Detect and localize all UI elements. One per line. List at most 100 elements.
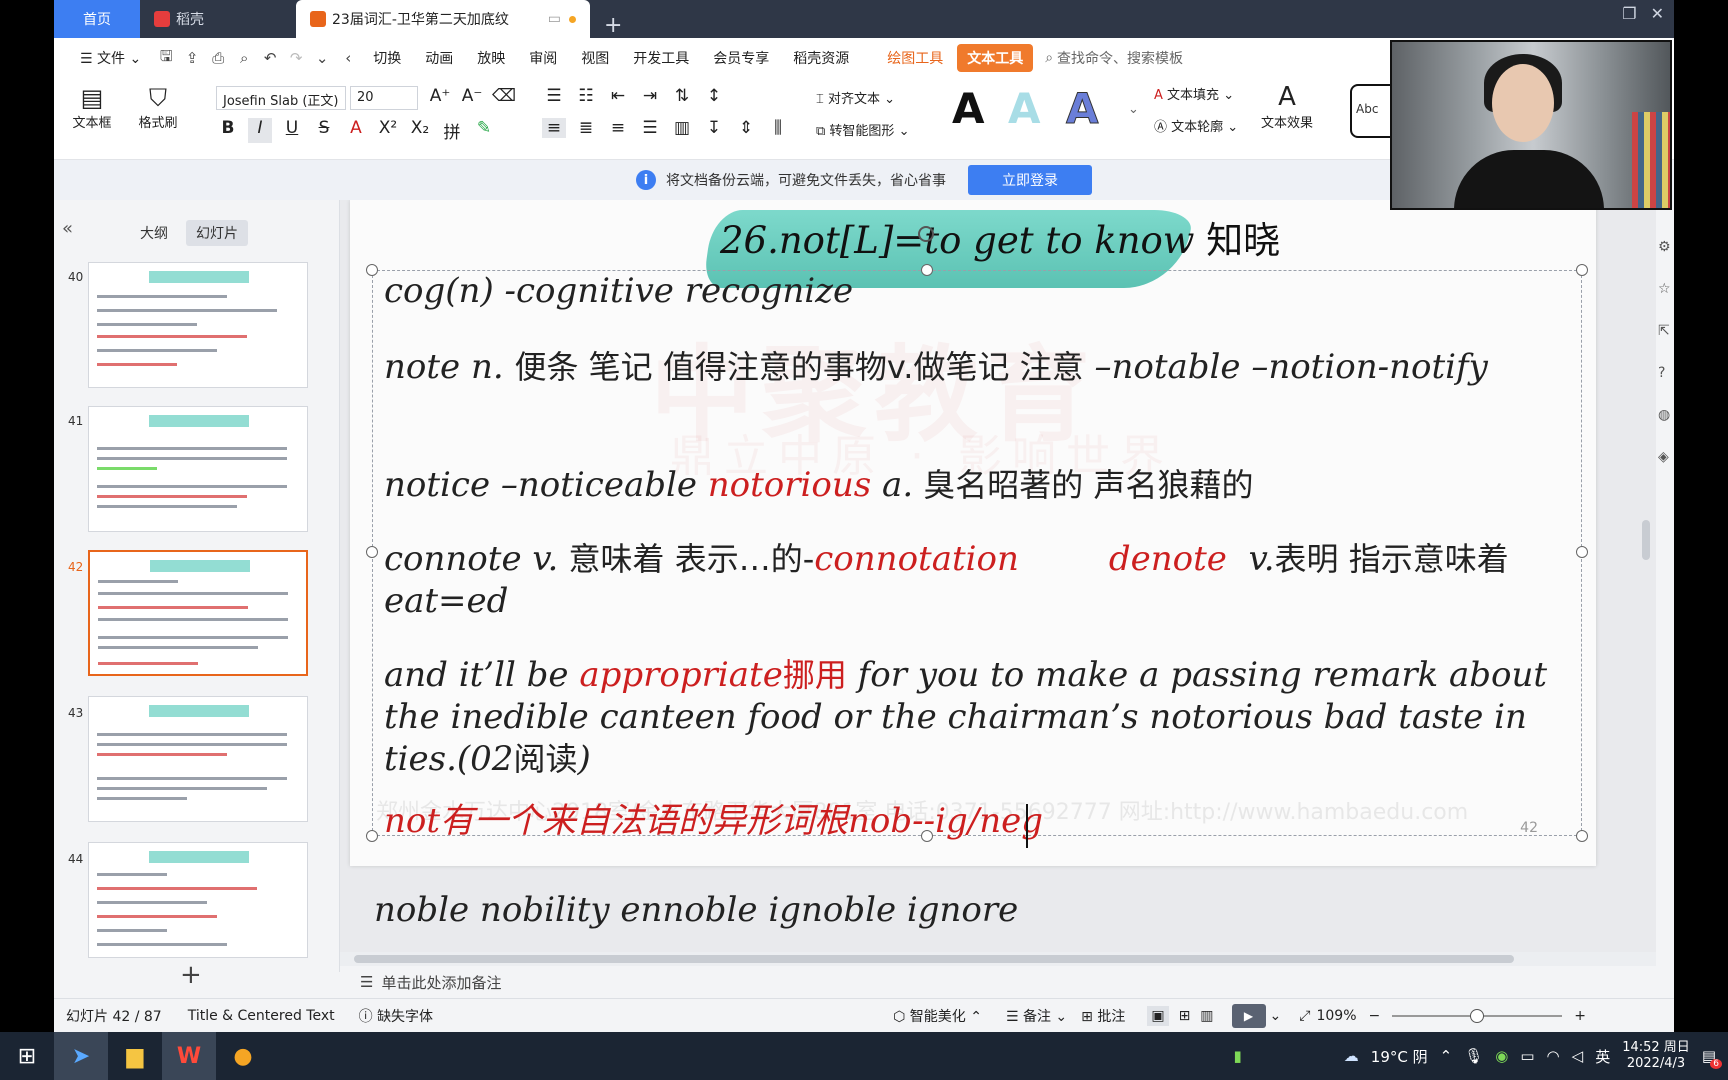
align-text-button[interactable]: ⌶ 对齐文本 ⌄ [816, 88, 895, 107]
horizontal-scrollbar[interactable] [340, 952, 1656, 966]
superscript-icon[interactable]: X² [376, 118, 400, 143]
align-center-icon[interactable]: ≣ [574, 118, 598, 138]
text-line-3[interactable]: notice –noticeable notorious a. 臭名昭著的 声名… [384, 464, 1564, 506]
font-family-select[interactable]: Josefin Slab (正文) [216, 86, 346, 110]
font-color-icon[interactable]: A [344, 118, 368, 143]
convert-smartart-button[interactable]: ⧉ 转智能图形 ⌄ [816, 120, 909, 139]
format-painter-button[interactable]: ⛉ 格式刷 [132, 84, 184, 131]
ime-indicator[interactable]: 英 [1595, 1046, 1610, 1067]
highlight-icon[interactable]: ✎ [472, 118, 496, 143]
smart-beautify-button[interactable]: ⬡ 智能美化 ⌃ [893, 1006, 982, 1026]
comment-button[interactable]: ⊞ 批注 [1081, 1006, 1125, 1026]
share-icon[interactable]: ⇱ [1658, 310, 1671, 352]
menu-file[interactable]: ☰ 文件 ⌄ [70, 44, 151, 72]
preview-icon[interactable]: ⌕ [233, 48, 255, 68]
vertical-scroll-thumb[interactable] [1642, 520, 1650, 560]
text-direction-icon[interactable]: ⇅ [670, 86, 694, 106]
slide-42[interactable]: 中聚教育 鼎立中原 · 影响世界 郑州金水万达中心2918室/金水东路卫华大厦8… [350, 200, 1596, 866]
save-icon[interactable]: 🖫 [155, 47, 177, 68]
microphone-icon[interactable]: 🎙 [1464, 1047, 1483, 1065]
font-size-select[interactable]: 20 [350, 86, 418, 110]
clock[interactable]: 14:52 周日 2022/4/3 [1622, 1040, 1690, 1072]
slide-thumb-40[interactable] [88, 262, 308, 388]
more-icon[interactable]: ⌄ [311, 48, 333, 68]
print-icon[interactable]: ⎙ [207, 48, 229, 68]
adjust-icon[interactable]: ⚙ [1658, 226, 1671, 268]
tab-daoke[interactable]: 稻壳 [140, 0, 296, 38]
wps-app-icon[interactable]: W [162, 1032, 216, 1080]
text-effect-button[interactable]: A 文本效果 [1254, 82, 1320, 131]
line-spacing-icon[interactable]: ↧ [702, 118, 726, 138]
login-button[interactable]: 立即登录 [968, 165, 1092, 195]
indent-icon[interactable]: ⇥ [638, 86, 662, 106]
star-icon[interactable]: ☆ [1658, 268, 1671, 310]
sorter-view-icon[interactable]: ⊞ [1179, 1008, 1191, 1024]
phonetic-icon[interactable]: 拼 [440, 118, 464, 143]
text-line-2[interactable]: note n. 便条 笔记 值得注意的事物v.做笔记 注意 –notable –… [384, 346, 1564, 388]
column-icon[interactable]: ⫼ [766, 118, 790, 138]
undo-icon[interactable]: ↶ [259, 48, 281, 68]
menu-review[interactable]: 审阅 [519, 44, 567, 72]
normal-view-icon[interactable]: ▣ [1147, 1005, 1169, 1026]
subscript-icon[interactable]: X₂ [408, 118, 432, 143]
recorder-app-icon[interactable]: ● [216, 1032, 270, 1080]
reading-view-icon[interactable]: ▥ [1200, 1008, 1213, 1024]
strikethrough-icon[interactable]: S [312, 118, 336, 143]
number-list-icon[interactable]: ☷ [574, 86, 598, 106]
missing-font-button[interactable]: ⓘ 缺失字体 [359, 1006, 433, 1026]
menu-draw-tool[interactable]: 绘图工具 [877, 44, 953, 72]
tab-document[interactable]: 23届词汇-卫华第二天加底纹 ▭ [296, 0, 590, 38]
new-tab-button[interactable]: + [590, 13, 636, 38]
volume-icon[interactable]: ◁ [1572, 1047, 1584, 1065]
align-left-icon[interactable]: ≡ [542, 118, 566, 138]
menu-text-tool[interactable]: 文本工具 [957, 44, 1034, 72]
overflow-text-line[interactable]: noble nobility ennoble ignoble ignore [374, 890, 1018, 930]
grow-font-icon[interactable]: A⁺ [428, 86, 452, 106]
text-line-4[interactable]: connote v. 意味着 表示…的-connotation denote v.… [384, 538, 1564, 622]
text-style-light-blue[interactable]: A [1008, 84, 1041, 133]
horizontal-scroll-thumb[interactable] [354, 955, 1514, 963]
distribute-icon[interactable]: ▥ [670, 118, 694, 138]
sort-icon[interactable]: ↕ [702, 86, 726, 106]
restore-icon[interactable]: ❐ [1622, 4, 1636, 23]
text-style-blue-outline[interactable]: A [1066, 84, 1100, 134]
justify-icon[interactable]: ☰ [638, 118, 662, 138]
bullet-list-icon[interactable]: ☰ [542, 86, 566, 106]
shrink-font-icon[interactable]: A⁻ [460, 86, 484, 106]
text-outline-button[interactable]: Ⓐ 文本轮廓 ⌄ [1154, 116, 1238, 135]
menu-daoke-resources[interactable]: 稻壳资源 [783, 44, 859, 72]
textbox-button[interactable]: ▤ 文本框 [68, 84, 116, 131]
file-explorer-icon[interactable]: ▆ [108, 1032, 162, 1080]
text-style-black[interactable]: A [952, 84, 985, 133]
play-options-icon[interactable]: ⌄ [1270, 1008, 1282, 1024]
slide-thumb-41[interactable] [88, 406, 308, 532]
menu-view[interactable]: 视图 [571, 44, 619, 72]
notes-toggle-button[interactable]: ☰ 备注 ⌄ [1006, 1006, 1067, 1026]
rotate-handle-icon[interactable] [918, 226, 934, 242]
scroll-left-icon[interactable]: ‹ [337, 48, 359, 68]
text-line-6[interactable]: not有一个来自法语的异形词根nob--ig/neg [384, 800, 1564, 842]
tray-expand-icon[interactable]: ⌃ [1440, 1047, 1453, 1065]
slide-thumb-42-selected[interactable] [88, 550, 308, 676]
command-search[interactable]: ⌕ 查找命令、搜索模板 [1045, 48, 1183, 68]
weather-text[interactable]: 19°C 阴 [1371, 1046, 1428, 1067]
slide-thumb-44[interactable] [88, 842, 308, 958]
zoom-out-icon[interactable]: − [1369, 1008, 1381, 1024]
monitor-icon[interactable]: ▭ [548, 11, 561, 27]
resize-handle-mr[interactable] [1576, 546, 1588, 558]
notes-area[interactable]: ☰ 单击此处添加备注 [340, 966, 1656, 998]
vertical-scrollbar[interactable] [1636, 200, 1656, 900]
shield-tray-icon[interactable]: ◉ [1495, 1047, 1508, 1065]
align-right-icon[interactable]: ≡ [606, 118, 630, 138]
compass-icon[interactable]: ◈ [1658, 436, 1671, 478]
rail-icons[interactable]: ⚙ ☆ ⇱ ? ◍ ◈ [1658, 226, 1671, 478]
para-spacing-icon[interactable]: ⇕ [734, 118, 758, 138]
menu-devtools[interactable]: 开发工具 [623, 44, 699, 72]
export-icon[interactable]: ⇪ [181, 48, 203, 68]
redo-icon[interactable]: ↷ [285, 48, 307, 68]
resize-handle-tr[interactable] [1576, 264, 1588, 276]
resize-handle-bl[interactable] [366, 830, 378, 842]
battery-icon[interactable]: ▭ [1520, 1047, 1534, 1065]
menu-switch[interactable]: 切换 [363, 44, 411, 72]
feishu-app-icon[interactable]: ➤ [54, 1032, 108, 1080]
